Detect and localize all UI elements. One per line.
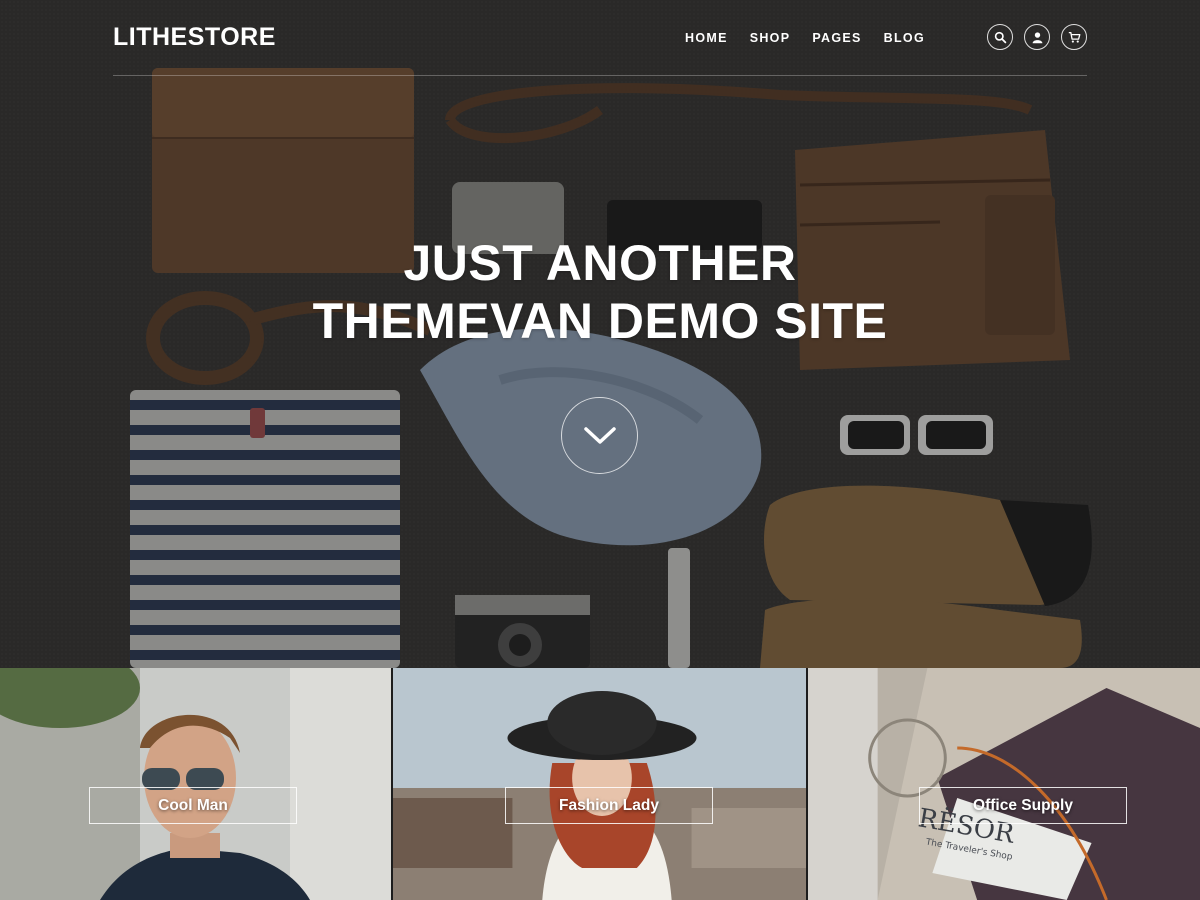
hero-section: LITHESTORE HOME SHOP PAGES BLOG JUST ANO… [0,0,1200,668]
user-icon [1032,31,1042,43]
category-tile-fashion-lady[interactable]: Fashion Lady [391,668,806,900]
cart-icon [1068,31,1080,43]
nav-item-pages[interactable]: PAGES [812,31,861,45]
nav-item-shop[interactable]: SHOP [750,31,791,45]
search-button[interactable] [987,24,1013,50]
main-nav: HOME SHOP PAGES BLOG [685,31,947,45]
nav-item-blog[interactable]: BLOG [884,31,925,45]
category-image-office-supply: RËSOR The Traveler's Shop [808,668,1200,900]
hero-title: JUST ANOTHER THEMEVAN DEMO SITE [0,234,1200,350]
account-button[interactable] [1024,24,1050,50]
category-image-fashion-lady [393,668,806,900]
cart-button[interactable] [1061,24,1087,50]
header-icons [987,24,1087,50]
hero-title-line-2: THEMEVAN DEMO SITE [312,293,888,349]
search-icon [994,31,1006,43]
site-header: LITHESTORE HOME SHOP PAGES BLOG [113,0,1087,76]
scroll-down-button[interactable] [561,397,638,474]
category-tile-cool-man[interactable]: Cool Man [0,668,391,900]
category-label-cool-man[interactable]: Cool Man [89,787,297,824]
category-tile-office-supply[interactable]: RËSOR The Traveler's Shop Office Supply [806,668,1200,900]
category-tiles: Cool Man Fashion Lady RËSOR The Traveler… [0,668,1200,900]
category-image-cool-man [0,668,391,900]
chevron-down-icon [583,426,616,444]
site-logo[interactable]: LITHESTORE [113,23,276,52]
category-label-fashion-lady[interactable]: Fashion Lady [505,787,713,824]
hero-title-line-1: JUST ANOTHER [403,235,797,291]
category-label-office-supply[interactable]: Office Supply [919,787,1127,824]
nav-item-home[interactable]: HOME [685,31,728,45]
